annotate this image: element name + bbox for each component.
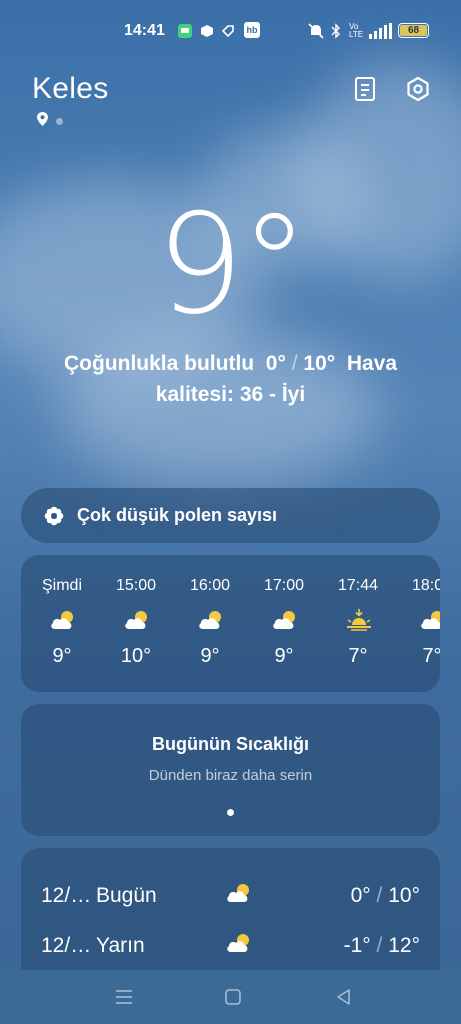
sunset-icon	[347, 609, 371, 631]
hour-time: 17:44	[337, 577, 379, 594]
forecast-date: 12/…	[41, 884, 92, 907]
partly-cloudy-icon	[125, 611, 147, 629]
home-button[interactable]	[222, 986, 244, 1008]
menu-icon	[116, 990, 132, 1004]
today-title: Bugünün Sıcaklığı	[151, 734, 309, 754]
hour-time: 17:00	[263, 577, 305, 594]
forecast-temps: -1° / 12°	[344, 934, 420, 958]
city-list-button[interactable]	[350, 74, 380, 104]
settings-button[interactable]	[403, 74, 433, 104]
system-nav-bar	[0, 970, 461, 1024]
condition-text: Çoğunlukla bulutlu	[63, 352, 255, 375]
hour-temp: 9°	[52, 645, 72, 667]
temp-separator: /	[376, 884, 383, 907]
volte-icon: Vo LTE	[348, 22, 364, 39]
temp-separator: /	[376, 934, 383, 957]
partly-cloudy-icon	[273, 611, 295, 629]
hour-time: Şimdi	[41, 577, 82, 594]
page-dot	[56, 118, 63, 125]
partly-cloudy-icon	[199, 611, 221, 629]
today-temperature-card[interactable]: Bugünün Sıcaklığı Dünden biraz daha seri…	[21, 704, 440, 836]
hour-temp: 10°	[120, 645, 152, 667]
battery-icon: 68	[398, 23, 429, 38]
hour-time: 15:00	[115, 577, 157, 594]
back-button[interactable]	[333, 986, 355, 1008]
tag-icon	[221, 22, 235, 40]
temp-separator: /	[291, 352, 298, 375]
signal-icon	[367, 22, 395, 40]
flower-icon	[43, 505, 65, 527]
forecast-day: Bugün	[96, 884, 157, 907]
status-time: 14:41	[124, 22, 165, 39]
city-name[interactable]: Keles	[32, 72, 109, 106]
weather-summary: Çoğunlukla bulutlu 0° / 10° Hava kalites…	[30, 348, 431, 410]
forecast-high: 10°	[388, 884, 420, 907]
back-triangle-icon	[337, 989, 350, 1005]
list-icon	[355, 77, 375, 101]
status-bar: 14:41 hb Vo LTE 68	[0, 0, 461, 62]
hour-temp: 7°	[348, 645, 368, 667]
partly-cloudy-icon	[227, 934, 249, 952]
today-subtitle: Dünden biraz daha serin	[148, 767, 313, 784]
bluetooth-icon	[331, 22, 341, 40]
forecast-day: Yarın	[96, 934, 145, 957]
partly-cloudy-icon	[421, 611, 440, 629]
forecast-low: 0°	[350, 884, 371, 907]
forecast-high: 12°	[388, 934, 420, 957]
hourly-forecast-card[interactable]: Şimdi 9° 15:00 10° 16:00 9° 17:00 9° 17:…	[21, 555, 440, 692]
forecast-date: 12/…	[41, 934, 92, 957]
forecast-low: -1°	[343, 934, 371, 957]
hour-time: 16:00	[189, 577, 231, 594]
hour-temp: 9°	[200, 645, 220, 667]
forecast-row[interactable]: 12/… Yarın -1° / 12°	[21, 920, 440, 970]
battery-level: 68	[400, 25, 427, 36]
current-temperature: 9°	[156, 184, 309, 345]
air-quality-prefix[interactable]: Hava	[347, 352, 397, 375]
mute-icon	[307, 22, 325, 40]
carousel-dot	[227, 809, 234, 816]
air-quality-text[interactable]: kalitesi: 36 - İyi	[156, 383, 305, 406]
home-square-icon	[225, 989, 241, 1005]
location-pin-icon	[37, 112, 48, 131]
partly-cloudy-icon	[227, 884, 249, 902]
forecast-row[interactable]: 12/… Bugün 0° / 10°	[21, 870, 440, 920]
forecast-temps: 0° / 10°	[351, 884, 420, 908]
pollen-card[interactable]: Çok düşük polen sayısı	[21, 488, 440, 543]
hour-time: 18:00	[411, 577, 440, 594]
partly-cloudy-icon	[51, 611, 73, 629]
hour-temp: 7°	[422, 645, 440, 667]
daily-forecast-card[interactable]: 12/… Bugün 0° / 10° 12/… Yarın -1° / 12°	[21, 848, 440, 970]
message-icon	[177, 22, 193, 40]
box-icon	[200, 22, 214, 40]
hour-temp: 9°	[274, 645, 294, 667]
menu-button[interactable]	[113, 986, 135, 1008]
gear-icon	[407, 76, 429, 102]
high-temp: 10°	[303, 352, 336, 375]
low-temp: 0°	[265, 352, 286, 375]
page-indicator	[37, 112, 63, 131]
pollen-label: Çok düşük polen sayısı	[77, 505, 278, 525]
hb-icon: hb	[244, 22, 260, 38]
